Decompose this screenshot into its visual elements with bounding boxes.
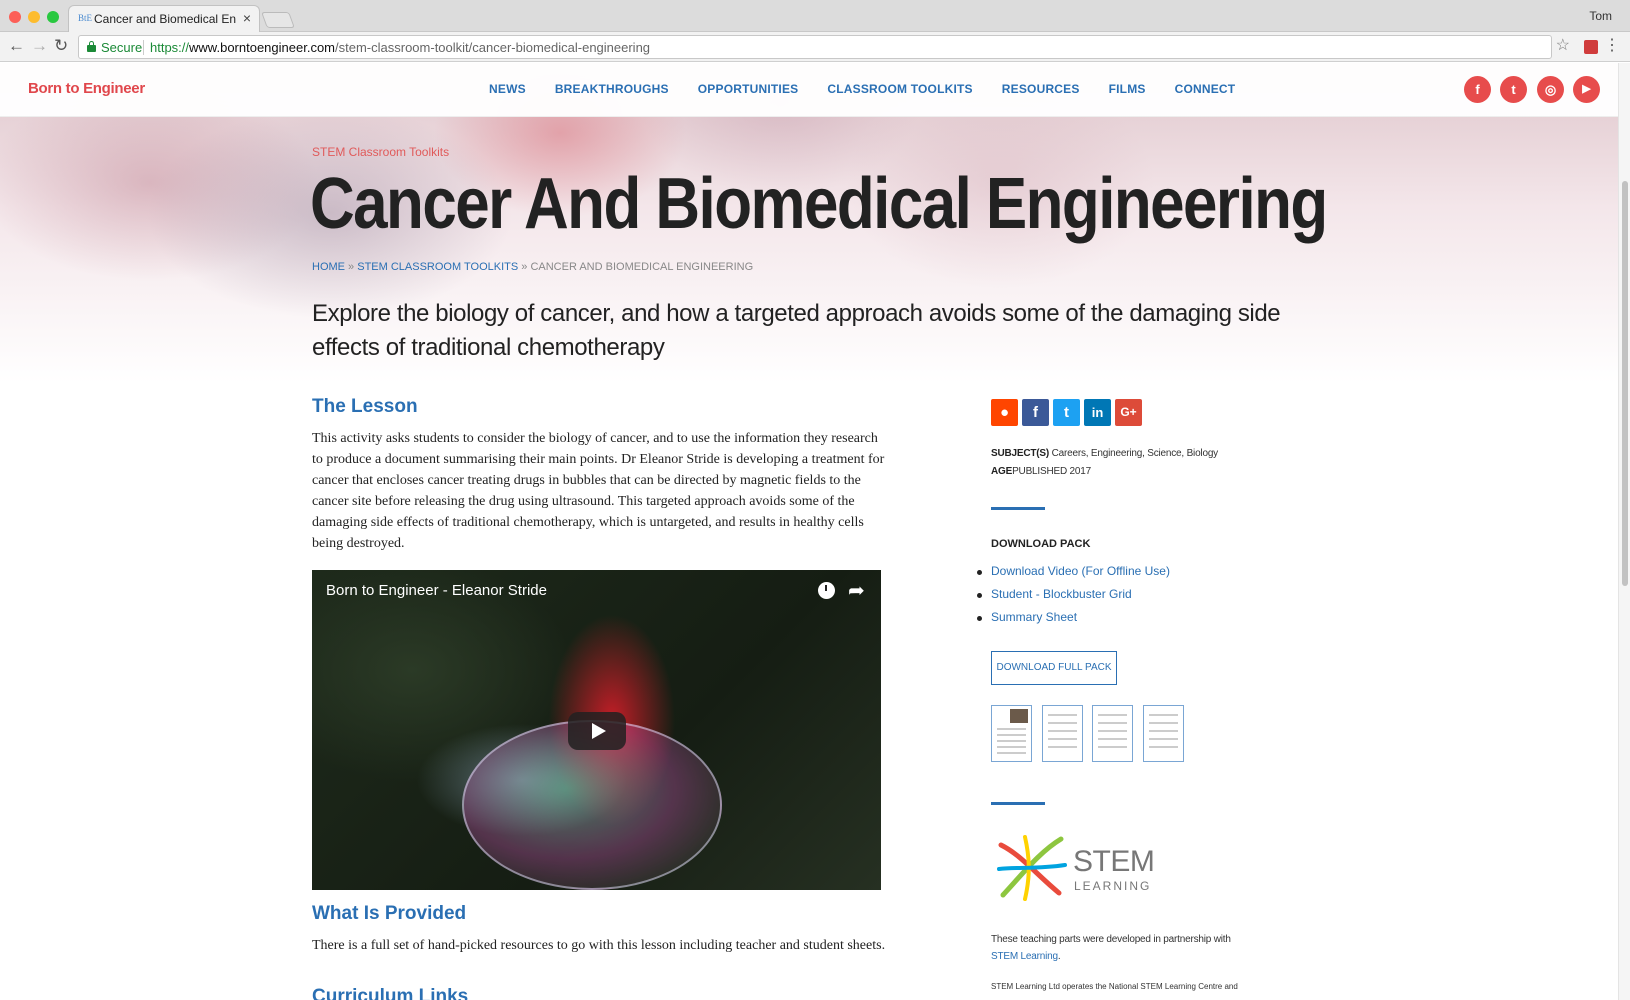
- download-list: Download Video (For Offline Use) Student…: [977, 564, 1170, 633]
- curriculum-heading: Curriculum Links: [312, 986, 469, 1000]
- subjects-value: Careers, Engineering, Science, Biology: [1049, 448, 1219, 459]
- twitter-icon[interactable]: t: [1500, 76, 1527, 103]
- site-logo[interactable]: Born to Engineer: [28, 80, 145, 97]
- instagram-icon[interactable]: ◎: [1537, 76, 1564, 103]
- partner-text: These teaching parts were developed in p…: [991, 934, 1231, 962]
- favicon-icon: BtE: [78, 13, 93, 23]
- section-divider: [991, 802, 1045, 805]
- subjects-label: SUBJECT(S): [991, 448, 1050, 459]
- breadcrumb: HOME » STEM CLASSROOM TOOLKITS » CANCER …: [312, 261, 753, 273]
- download-pack-heading: DOWNLOAD PACK: [991, 538, 1091, 550]
- stem-x-mark-icon: [997, 835, 1067, 901]
- url-text: https://www.borntoengineer.com/stem-clas…: [150, 40, 651, 55]
- close-tab-icon[interactable]: ×: [243, 10, 251, 26]
- subjects-row: SUBJECT(S) Careers, Engineering, Science…: [991, 448, 1218, 459]
- close-window-button[interactable]: [9, 11, 21, 23]
- main-nav: NEWS BREAKTHROUGHS OPPORTUNITIES CLASSRO…: [489, 82, 1235, 96]
- secure-label: Secure: [101, 40, 143, 55]
- extension-icon[interactable]: [1584, 40, 1598, 54]
- google-plus-icon[interactable]: G+: [1115, 399, 1142, 426]
- lesson-text: This activity asks students to consider …: [312, 431, 885, 551]
- share-arrow-icon[interactable]: ➦: [848, 578, 865, 603]
- new-tab-button[interactable]: [261, 12, 295, 28]
- download-link-blockbuster-grid[interactable]: Student - Blockbuster Grid: [977, 587, 1170, 610]
- page-viewport: Born to Engineer NEWS BREAKTHROUGHS OPPO…: [0, 63, 1630, 1000]
- browser-tab[interactable]: BtE Cancer and Biomedical Engine ×: [68, 5, 260, 32]
- resource-thumbnail[interactable]: [1092, 705, 1133, 762]
- video-title[interactable]: Born to Engineer - Eleanor Stride: [326, 582, 547, 599]
- download-full-pack-button[interactable]: DOWNLOAD FULL PACK: [991, 651, 1117, 685]
- breadcrumb-home[interactable]: HOME: [312, 261, 345, 273]
- stem-logo-text: STEM: [1073, 845, 1155, 878]
- nav-news[interactable]: NEWS: [489, 82, 526, 96]
- nav-resources[interactable]: RESOURCES: [1002, 82, 1080, 96]
- stem-learning-link[interactable]: STEM Learning: [991, 951, 1058, 962]
- minimize-window-button[interactable]: [28, 11, 40, 23]
- reload-icon[interactable]: ↻: [54, 37, 68, 55]
- browser-menu-icon[interactable]: ⋮: [1604, 37, 1620, 55]
- stem-learning-logo[interactable]: STEM LEARNING: [995, 833, 1170, 903]
- breadcrumb-current: CANCER AND BIOMEDICAL ENGINEERING: [530, 261, 754, 273]
- resource-thumbnail[interactable]: [1143, 705, 1184, 762]
- browser-tab-bar: BtE Cancer and Biomedical Engine × Tom: [0, 0, 1630, 32]
- page-scrollbar[interactable]: [1618, 63, 1630, 1000]
- provided-heading: What Is Provided: [312, 903, 467, 924]
- breadcrumb-section[interactable]: STEM CLASSROOM TOOLKITS: [357, 261, 518, 273]
- forward-arrow-icon[interactable]: →: [31, 37, 48, 55]
- site-header: Born to Engineer NEWS BREAKTHROUGHS OPPO…: [0, 63, 1618, 117]
- age-label: AGE: [991, 466, 1013, 477]
- profile-name[interactable]: Tom: [1589, 9, 1612, 23]
- watch-later-icon[interactable]: [818, 582, 835, 599]
- scrollbar-thumb[interactable]: [1622, 181, 1628, 586]
- resource-thumbnail[interactable]: [1042, 705, 1083, 762]
- address-bar[interactable]: Secure https://www.borntoengineer.com/st…: [78, 35, 1552, 59]
- lesson-heading: The Lesson: [312, 396, 418, 417]
- download-link-video[interactable]: Download Video (For Offline Use): [977, 564, 1170, 587]
- play-button[interactable]: [568, 712, 626, 750]
- provided-text: There is a full set of hand-picked resou…: [312, 938, 886, 953]
- maximize-window-button[interactable]: [47, 11, 59, 23]
- page-title: Cancer And Biomedical Engineering: [310, 164, 1328, 244]
- nav-opportunities[interactable]: OPPORTUNITIES: [698, 82, 799, 96]
- lock-icon: [87, 41, 96, 52]
- reddit-icon[interactable]: ●: [991, 399, 1018, 426]
- breadcrumb-separator: »: [518, 261, 531, 273]
- nav-connect[interactable]: CONNECT: [1175, 82, 1236, 96]
- back-arrow-icon[interactable]: ←: [8, 37, 25, 55]
- facebook-share-icon[interactable]: f: [1022, 399, 1049, 426]
- stem-footnote: STEM Learning Ltd operates the National …: [991, 982, 1238, 991]
- nav-films[interactable]: FILMS: [1109, 82, 1146, 96]
- nav-classroom-toolkits[interactable]: CLASSROOM TOOLKITS: [827, 82, 972, 96]
- intro-text: Explore the biology of cancer, and how a…: [312, 300, 1281, 361]
- linkedin-icon[interactable]: in: [1084, 399, 1111, 426]
- video-player[interactable]: Born to Engineer - Eleanor Stride ➦: [312, 570, 881, 890]
- breadcrumb-separator: »: [345, 261, 358, 273]
- twitter-share-icon[interactable]: t: [1053, 399, 1080, 426]
- facebook-icon[interactable]: f: [1464, 76, 1491, 103]
- bookmark-star-icon[interactable]: ☆: [1556, 37, 1570, 55]
- nav-breakthroughs[interactable]: BREAKTHROUGHS: [555, 82, 669, 96]
- section-divider: [991, 507, 1045, 510]
- category-kicker[interactable]: STEM Classroom Toolkits: [312, 145, 449, 159]
- published-value: PUBLISHED 2017: [1012, 466, 1091, 477]
- address-separator: [143, 40, 144, 55]
- youtube-icon[interactable]: ▶: [1573, 76, 1600, 103]
- browser-toolbar: ← → ↻ Secure https://www.borntoengineer.…: [0, 32, 1630, 62]
- stem-logo-subtext: LEARNING: [1074, 879, 1152, 893]
- download-link-summary-sheet[interactable]: Summary Sheet: [977, 610, 1170, 633]
- age-row: AGEPUBLISHED 2017: [991, 466, 1091, 477]
- tab-title: Cancer and Biomedical Engine: [94, 12, 236, 26]
- resource-thumbnail[interactable]: [991, 705, 1032, 762]
